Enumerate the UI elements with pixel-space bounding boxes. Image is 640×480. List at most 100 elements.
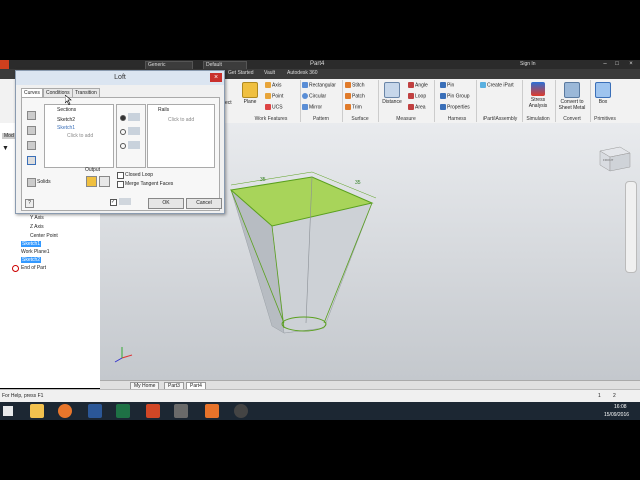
create-ipart-button[interactable]: Create iPart (480, 82, 514, 88)
firefox-icon[interactable] (58, 404, 72, 418)
help-icon[interactable]: ? (25, 199, 34, 208)
photos-icon[interactable] (174, 404, 188, 418)
dialog-close-icon[interactable]: × (210, 73, 222, 82)
stitch-icon (345, 82, 351, 88)
viewcube-label[interactable]: FRONT (603, 158, 613, 162)
start-button-icon[interactable] (3, 406, 13, 416)
surface-label[interactable]: Surface (345, 116, 375, 122)
plane-button[interactable]: Plane (241, 82, 259, 105)
sections-label: Sections (57, 107, 77, 113)
sections-icon-4[interactable] (27, 156, 36, 165)
axis-icon (265, 82, 271, 88)
pattern-label[interactable]: Pattern (306, 116, 336, 122)
closed-loop-checkbox[interactable] (117, 172, 124, 179)
clock-time[interactable]: 16:08 (614, 404, 627, 410)
close-icon[interactable]: × (626, 60, 636, 69)
browser-item-y-axis[interactable]: Y Axis (30, 215, 44, 221)
browser-item-work-plane1[interactable]: Work Plane1 (21, 249, 50, 255)
filter-icon[interactable]: ▼ (2, 145, 9, 152)
browser-item-sketch1[interactable]: Sketch1 (21, 241, 42, 247)
trim-button[interactable]: Trim (345, 104, 362, 110)
rails-list[interactable]: Rails Click to add (147, 104, 215, 168)
clock-date[interactable]: 15/09/2016 (604, 412, 629, 418)
inventor-icon[interactable] (205, 404, 219, 418)
taskbar: 16:08 15/09/2016 (0, 402, 640, 420)
output-solid-button[interactable] (86, 176, 97, 187)
section-item-sketch1[interactable]: Sketch1 (57, 125, 75, 131)
stress-analysis-button[interactable]: Stress Analysis (524, 82, 552, 109)
properties-button[interactable]: Properties (440, 104, 470, 110)
obs-icon[interactable] (234, 404, 248, 418)
sections-icon[interactable] (27, 111, 36, 120)
excel-icon[interactable] (116, 404, 130, 418)
ect-label[interactable]: ect (225, 100, 232, 106)
dialog-title[interactable]: Loft (16, 71, 224, 85)
point-button[interactable]: Point (265, 93, 283, 99)
maximize-icon[interactable]: □ (612, 60, 622, 69)
sheet-metal-icon (564, 82, 580, 98)
section-item-sketch2[interactable]: Sketch2 (57, 117, 75, 123)
sections-icon-2[interactable] (27, 126, 36, 135)
minimize-icon[interactable]: – (600, 60, 610, 69)
ucs-button[interactable]: UCS (265, 104, 283, 110)
circular-button[interactable]: Circular (302, 93, 326, 99)
file-explorer-icon[interactable] (30, 404, 44, 418)
angle-button[interactable]: Angle (408, 82, 428, 88)
pin-button[interactable]: Pin (440, 82, 454, 88)
section-icons (27, 111, 36, 165)
preview-checkbox[interactable]: ✓ (110, 199, 117, 206)
window-title: Part4 (310, 61, 325, 67)
axis-button[interactable]: Axis (265, 82, 281, 88)
mirror-button[interactable]: Mirror (302, 104, 322, 110)
stitch-button[interactable]: Stitch (345, 82, 365, 88)
work-features-label[interactable]: Work Features (246, 116, 296, 122)
tab-get-started[interactable]: Get Started (228, 70, 254, 76)
distance-icon (384, 82, 400, 98)
loft-type-centerline-radio[interactable] (120, 129, 126, 135)
ok-button[interactable]: OK (148, 198, 184, 209)
browser-item-center-point[interactable]: Center Point (30, 233, 58, 239)
app-logo-icon[interactable] (0, 60, 9, 69)
measure-label[interactable]: Measure (388, 116, 424, 122)
convert-label[interactable]: Convert (558, 116, 586, 122)
pin-group-button[interactable]: Pin Group (440, 93, 470, 99)
closed-loop-label: Closed Loop (125, 172, 154, 178)
cancel-button[interactable]: Cancel (186, 198, 222, 209)
browser-item-z-axis[interactable]: Z Axis (30, 224, 44, 230)
loop-icon (408, 93, 414, 99)
solids-label: Solids (37, 179, 51, 185)
rails-click-to-add[interactable]: Click to add (168, 117, 194, 123)
loop-button[interactable]: Loop (408, 93, 426, 99)
simulation-label[interactable]: Simulation (523, 116, 553, 122)
merge-tangent-checkbox[interactable] (117, 181, 124, 188)
sections-icon-3[interactable] (27, 141, 36, 150)
word-icon[interactable] (88, 404, 102, 418)
convert-sheet-metal-button[interactable]: Convert to Sheet Metal (556, 82, 588, 111)
browser-mod-tab[interactable]: Mod (2, 133, 16, 139)
ipart-assembly-label[interactable]: iPart/iAssembly (479, 116, 521, 122)
tab-autodesk-360[interactable]: Autodesk 360 (287, 70, 318, 76)
sections-click-to-add[interactable]: Click to add (67, 133, 93, 139)
sections-list[interactable]: Sections Sketch2 Sketch1 Click to add (44, 104, 114, 168)
patch-button[interactable]: Patch (345, 93, 365, 99)
box-button[interactable]: Box (593, 82, 613, 105)
sign-in-link[interactable]: Sign In (520, 61, 536, 67)
harness-label[interactable]: Harness (442, 116, 472, 122)
loft-type-area-radio[interactable] (120, 143, 126, 149)
powerpoint-icon[interactable] (146, 404, 160, 418)
navigation-bar[interactable] (625, 181, 637, 273)
tab-vault[interactable]: Vault (264, 70, 275, 76)
loft-type-rails-radio[interactable] (120, 115, 126, 121)
status-count-1: 1 (598, 393, 601, 399)
browser-item-end-of-part[interactable]: End of Part (21, 265, 46, 271)
status-help-text: For Help, press F1 (2, 393, 44, 399)
primitives-label[interactable]: Primitives (590, 116, 620, 122)
distance-button[interactable]: Distance (380, 82, 404, 105)
point-icon (265, 93, 271, 99)
output-surface-button[interactable] (99, 176, 110, 187)
rectangular-button[interactable]: Rectangular (302, 82, 336, 88)
solids-icon (27, 178, 36, 187)
area-button[interactable]: Area (408, 104, 426, 110)
browser-item-sketch2[interactable]: Sketch2 (21, 257, 42, 263)
triad-x-axis (121, 354, 133, 359)
